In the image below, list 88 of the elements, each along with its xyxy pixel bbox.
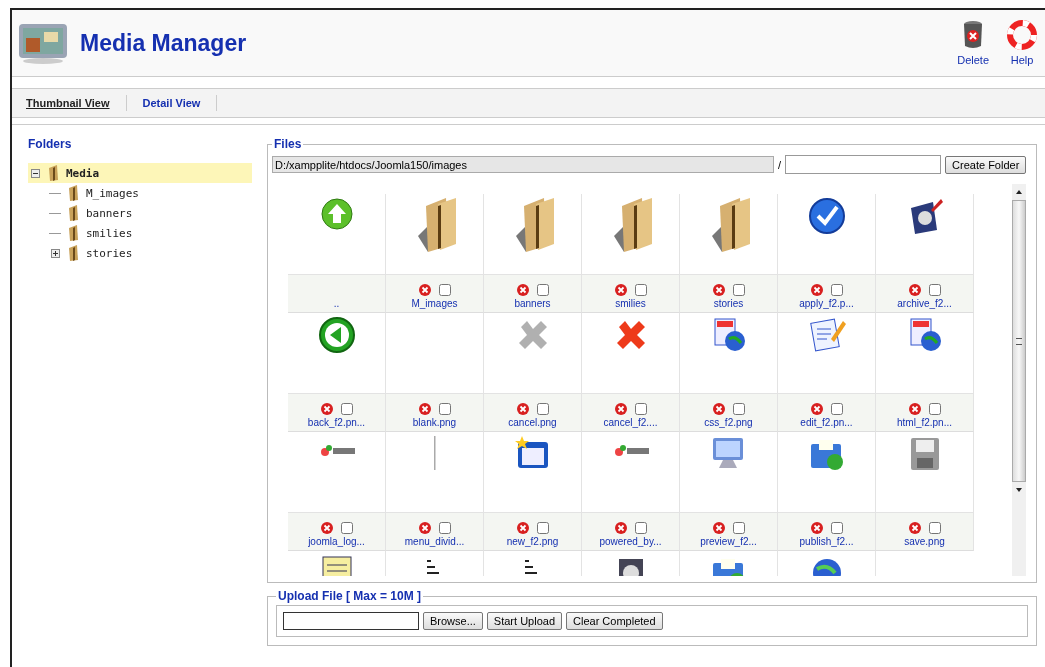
browse-button[interactable]: Browse... <box>423 612 483 630</box>
select-checkbox[interactable] <box>732 403 745 415</box>
select-checkbox[interactable] <box>928 284 941 296</box>
folders-heading: Folders <box>28 137 73 151</box>
file-name-link[interactable]: save.png <box>904 536 945 547</box>
file-name-link[interactable]: menu_divid... <box>404 536 465 547</box>
file-name-link[interactable]: preview_f2... <box>700 536 757 547</box>
file-name-link[interactable]: html_f2.pn... <box>897 417 952 428</box>
delete-icon[interactable] <box>320 403 333 415</box>
file-name-link[interactable]: joomla_log... <box>308 536 365 547</box>
select-checkbox[interactable] <box>732 284 745 296</box>
expand-icon[interactable] <box>50 248 60 258</box>
select-checkbox[interactable] <box>536 284 549 296</box>
select-checkbox[interactable] <box>340 522 353 534</box>
select-checkbox[interactable] <box>438 284 451 296</box>
folder-tree-item[interactable]: M_images <box>28 183 252 203</box>
file-name-link[interactable]: blank.png <box>412 417 457 428</box>
file-name-link[interactable]: banners <box>514 298 551 309</box>
folder-tree-item[interactable]: smilies <box>28 223 252 243</box>
select-checkbox[interactable] <box>830 522 843 534</box>
delete-icon[interactable] <box>516 522 529 534</box>
delete-icon[interactable] <box>908 403 921 415</box>
start-upload-button[interactable]: Start Upload <box>486 612 562 630</box>
select-checkbox[interactable] <box>634 284 647 296</box>
select-checkbox[interactable] <box>536 403 549 415</box>
file-name-link[interactable]: cancel.png <box>508 417 557 428</box>
file-path-field[interactable] <box>283 612 419 630</box>
clear-completed-button[interactable]: Clear Completed <box>566 612 663 630</box>
delete-icon[interactable] <box>908 284 921 296</box>
delete-icon[interactable] <box>418 522 431 534</box>
folder-tree-item[interactable]: Media <box>28 163 252 183</box>
media-manager-icon <box>18 22 68 64</box>
select-checkbox[interactable] <box>830 403 843 415</box>
delete-icon[interactable] <box>810 284 823 296</box>
delete-icon[interactable] <box>418 403 431 415</box>
file-name-link[interactable]: back_f2.pn... <box>307 417 366 428</box>
file-name-link[interactable]: new_f2.png <box>506 536 559 547</box>
delete-icon[interactable] <box>712 403 725 415</box>
file-name-link[interactable]: smilies <box>615 298 646 309</box>
upload-heading: Upload File [ Max = 10M ] <box>277 589 423 603</box>
help-button[interactable]: Help <box>1005 20 1039 66</box>
file-name-link[interactable]: powered_by... <box>599 536 662 547</box>
folder-tree-item[interactable]: banners <box>28 203 252 223</box>
file-name-link[interactable]: stories <box>713 298 744 309</box>
select-checkbox[interactable] <box>340 403 353 415</box>
collapse-icon[interactable] <box>30 168 40 178</box>
delete-icon[interactable] <box>908 522 921 534</box>
select-checkbox[interactable] <box>634 522 647 534</box>
select-checkbox[interactable] <box>634 403 647 415</box>
file-name-link[interactable]: M_images <box>411 298 458 309</box>
select-checkbox[interactable] <box>830 284 843 296</box>
delete-icon[interactable] <box>320 522 333 534</box>
delete-icon[interactable] <box>418 284 431 296</box>
file-name-link[interactable]: edit_f2.pn... <box>800 417 853 428</box>
file-name-link[interactable]: .. <box>333 298 340 309</box>
delete-icon[interactable] <box>614 284 627 296</box>
delete-icon[interactable] <box>810 403 823 415</box>
select-checkbox[interactable] <box>438 522 451 534</box>
folder-tree-item[interactable]: stories <box>28 243 252 263</box>
delete-icon[interactable] <box>614 403 627 415</box>
scrollbar[interactable] <box>1012 184 1026 576</box>
file-name-link[interactable]: cancel_f2.... <box>603 417 658 428</box>
path-field[interactable]: D:/xampplite/htdocs/Joomla150/images <box>272 156 774 173</box>
select-checkbox[interactable] <box>928 522 941 534</box>
lifebuoy-icon[interactable] <box>1007 20 1037 50</box>
select-checkbox[interactable] <box>438 403 451 415</box>
delete-icon[interactable] <box>516 284 529 296</box>
path-separator: / <box>778 158 782 171</box>
create-folder-button[interactable]: Create Folder <box>945 155 1027 174</box>
folder-name-field[interactable] <box>785 155 942 174</box>
delete-icon[interactable] <box>516 403 529 415</box>
files-heading: Files <box>273 137 303 151</box>
file-name-link[interactable]: css_f2.png <box>704 417 753 428</box>
file-name-link[interactable]: apply_f2.p... <box>799 298 854 309</box>
page-title: Media Manager <box>80 29 247 57</box>
delete-icon[interactable] <box>712 522 725 534</box>
checkmark-icon[interactable] <box>806 196 847 236</box>
select-checkbox[interactable] <box>732 522 745 534</box>
select-checkbox[interactable] <box>536 522 549 534</box>
select-checkbox[interactable] <box>928 403 941 415</box>
delete-icon[interactable] <box>810 522 823 534</box>
view-tab[interactable]: Detail View <box>142 95 218 111</box>
file-name-link[interactable]: archive_f2... <box>897 298 952 309</box>
view-tab[interactable]: Thumbnail View <box>26 95 127 111</box>
delete-icon[interactable] <box>614 522 627 534</box>
file-name-link[interactable]: publish_f2... <box>799 536 854 547</box>
delete-icon[interactable] <box>712 284 725 296</box>
delete-button[interactable]: Delete <box>955 20 991 66</box>
